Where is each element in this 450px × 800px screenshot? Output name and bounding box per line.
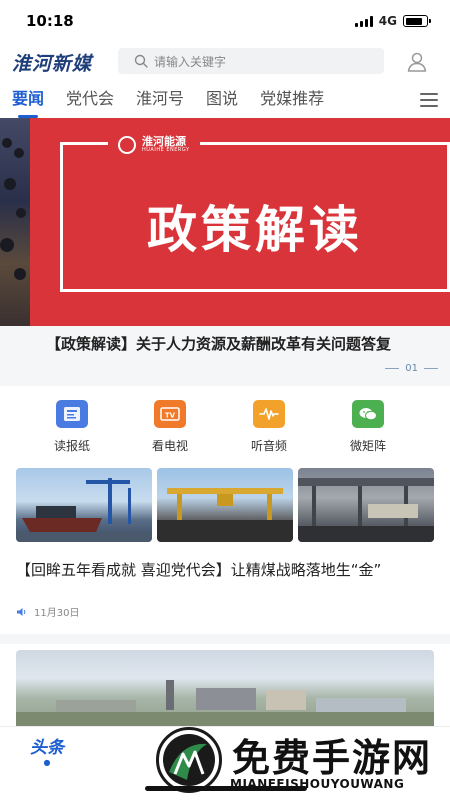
news-thumbnail-ship [16,468,152,542]
quick-entry-newspaper[interactable]: 读报纸 [32,400,112,454]
channel-tabs: 要闻 党代会 淮河号 图说 党媒推荐 [0,82,450,118]
tv-icon: TV [154,400,186,428]
bottom-tab-home[interactable]: 头条 ● [30,733,64,767]
banner-slide[interactable]: 淮河能源 HUAIHE ENERGY 政策解读 [30,118,450,326]
network-label: 4G [378,14,397,28]
menu-icon[interactable] [420,93,438,107]
status-indicators: 4G [354,14,431,28]
status-time: 10:18 [26,12,74,30]
user-icon[interactable] [405,50,429,74]
carousel-page-number: 01 [405,363,418,374]
tab-huaihe-account[interactable]: 淮河号 [136,82,184,118]
app-header: 淮河新媒 请输入关键字 [0,42,450,82]
news-image-aerial[interactable] [16,650,434,730]
brand-logo-icon [118,136,136,154]
slide-title: 政策解读 [147,201,363,259]
brand-name-en: HUAIHE ENERGY [142,147,190,153]
news-thumbnail-plant [298,468,434,542]
newspaper-icon [56,400,88,428]
news-card[interactable]: 【回眸五年看成就 喜迎党代会】让精煤战略落地生“金” 11月30日 [0,468,450,634]
quick-entry-label: 听音频 [250,439,287,453]
news-title[interactable]: 【回眸五年看成就 喜迎党代会】让精煤战略落地生“金” [16,560,434,580]
active-dot-icon: ● [43,758,51,767]
tab-party-media[interactable]: 党媒推荐 [260,82,324,118]
app-logo: 淮河新媒 [12,52,93,75]
status-bar: 10:18 4G [0,0,450,42]
speaker-icon[interactable] [16,607,28,617]
signal-icon [354,15,373,27]
news-date: 11月30日 [34,608,80,619]
tab-headlines[interactable]: 要闻 [12,82,44,118]
news-meta: 11月30日 [16,604,79,619]
quick-entry-label: 读报纸 [53,439,90,453]
slide-brand: 淮河能源 HUAIHE ENERGY [108,136,200,154]
news-thumbnail-crane [157,468,293,542]
search-placeholder: 请输入关键字 [154,54,227,69]
quick-entry-tv[interactable]: TV 看电视 [130,400,210,454]
search-icon [134,54,148,68]
watermark-logo-icon [156,727,222,793]
banner-caption[interactable]: 【政策解读】关于人力资源及薪酬改革有关问题答复 [46,333,450,354]
tab-picture-story[interactable]: 图说 [206,82,238,118]
home-indicator[interactable] [145,786,307,791]
watermark-title: 免费手游网 [232,736,433,780]
wechat-icon [352,400,384,428]
carousel-indicator: 01 [385,363,438,374]
quick-entry-audio[interactable]: 听音频 [229,400,309,454]
search-input[interactable]: 请输入关键字 [118,48,384,74]
battery-icon [403,15,431,27]
brand-name-cn: 淮河能源 [142,135,186,148]
banner-carousel[interactable]: 淮河能源 HUAIHE ENERGY 政策解读 【政策解读】关于人力资源及薪酬改… [0,118,450,386]
section-divider [0,634,450,644]
bottom-tab-label: 头条 [30,738,64,758]
quick-entries: 读报纸 TV 看电视 听音频 微矩阵 [0,394,450,456]
tab-party-congress[interactable]: 党代会 [66,82,114,118]
quick-entry-label: 微矩阵 [349,439,386,453]
quick-entry-matrix[interactable]: 微矩阵 [328,400,408,454]
audio-icon [253,400,285,428]
quick-entry-label: 看电视 [151,439,188,453]
previous-slide-image [0,118,30,326]
svg-text:TV: TV [165,412,176,420]
